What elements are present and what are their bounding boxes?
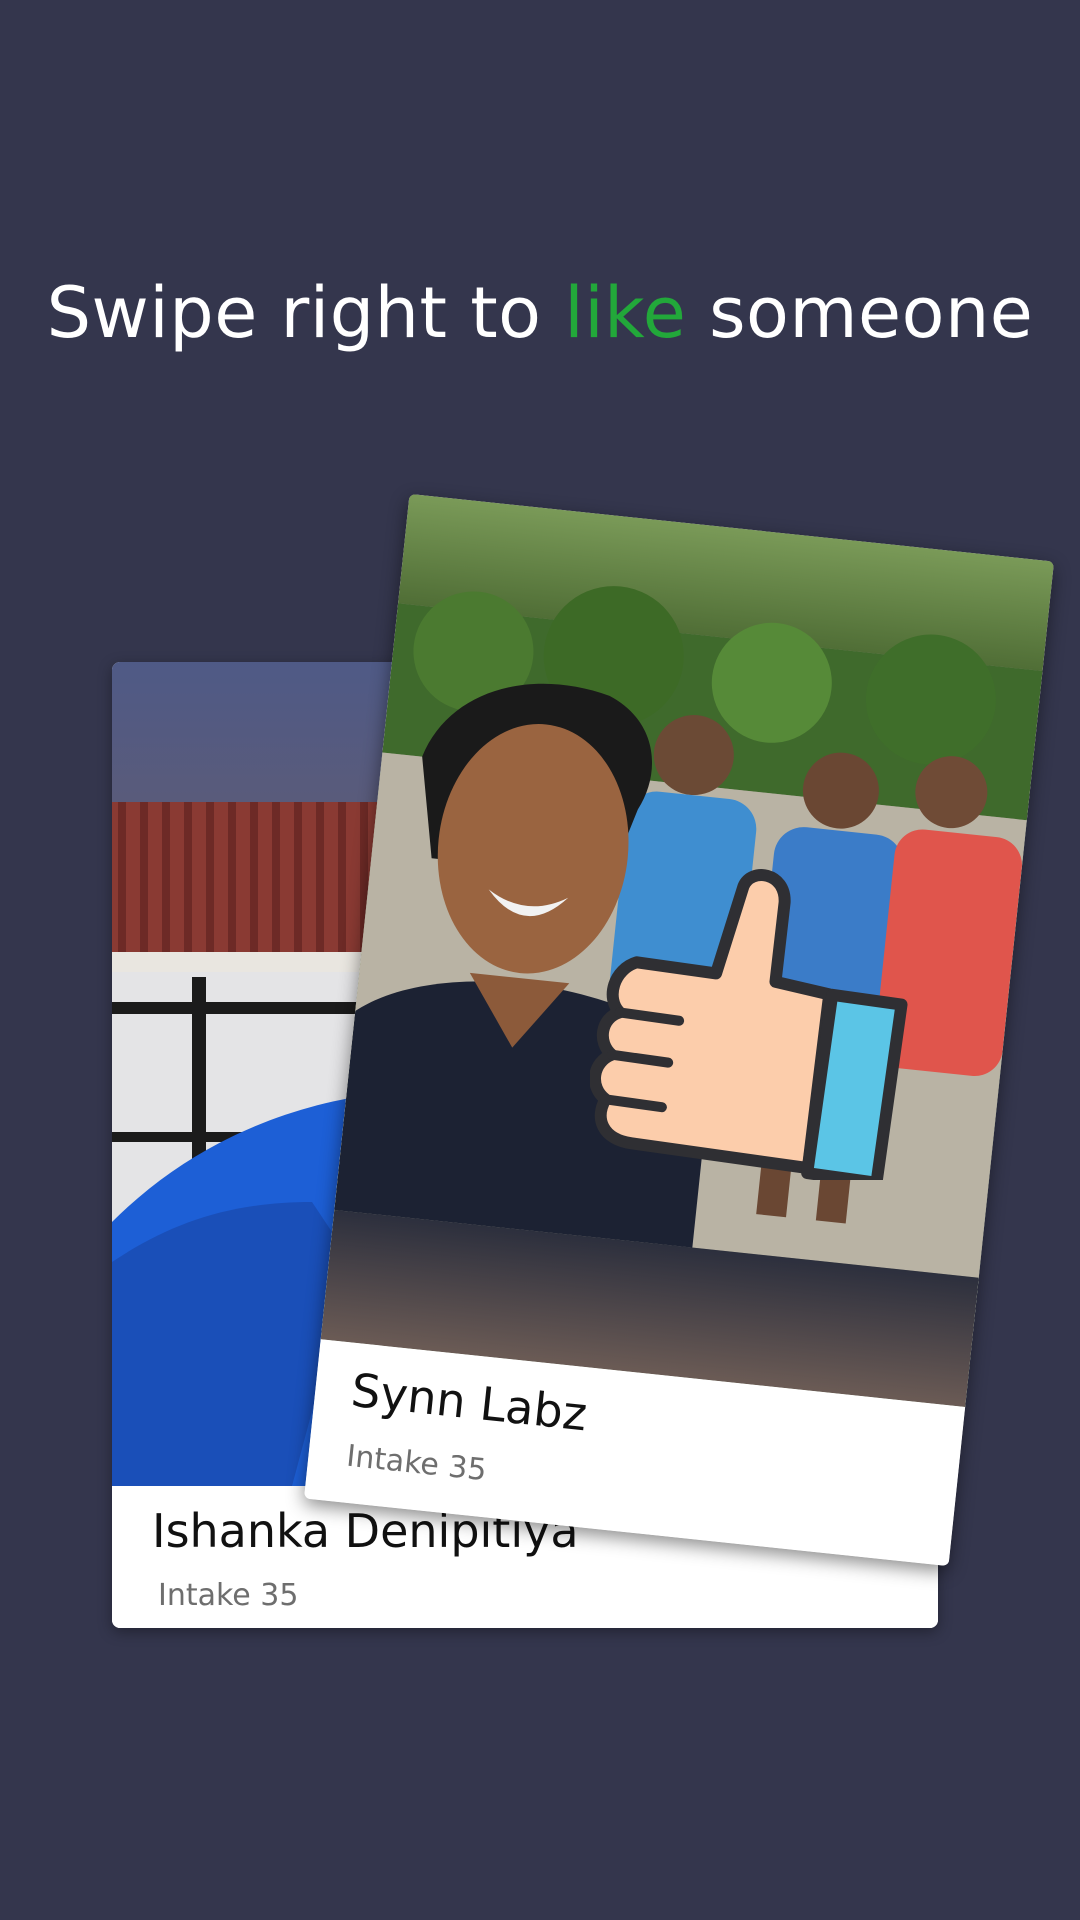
thumbs-up-icon xyxy=(589,860,930,1189)
profile-intake: Intake 35 xyxy=(344,1438,489,1489)
profile-name: Synn Labz xyxy=(348,1362,590,1442)
profile-intake: Intake 35 xyxy=(158,1578,299,1613)
onboarding-headline: Swipe right to like someone xyxy=(0,272,1080,354)
headline-suffix: someone xyxy=(709,272,1034,354)
headline-prefix: Swipe right to xyxy=(46,272,542,354)
headline-accent: like xyxy=(564,272,687,354)
